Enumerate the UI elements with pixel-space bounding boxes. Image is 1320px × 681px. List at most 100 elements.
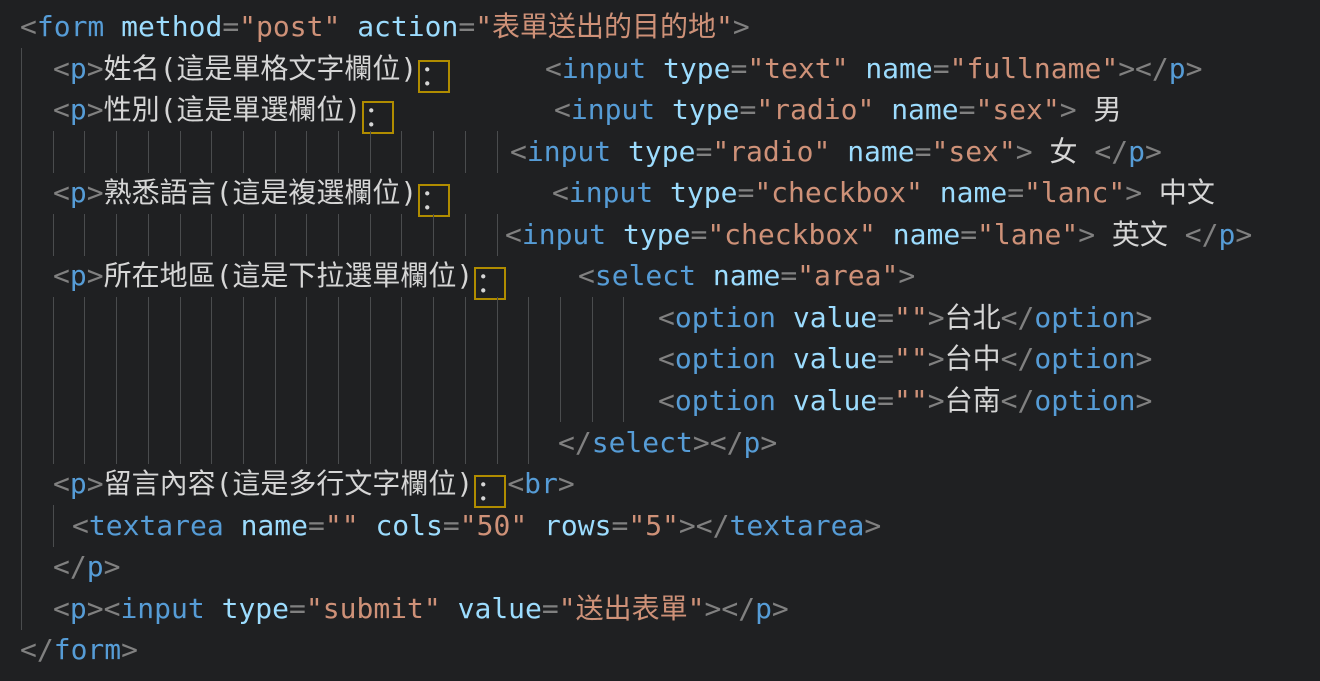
- indent-guide-line: [528, 338, 529, 380]
- code-token: =: [959, 93, 976, 126]
- indent-guide-line: [84, 297, 85, 339]
- code-token: select: [595, 259, 696, 292]
- indent-guide-line: [84, 131, 85, 173]
- indent-guide-line: [338, 214, 339, 256]
- code-token: [655, 93, 672, 126]
- code-token: name: [713, 259, 780, 292]
- indent-guide-line: [528, 380, 529, 422]
- indent-guide-line: [433, 380, 434, 422]
- indent-guide-line: [401, 214, 402, 256]
- code-token: ></: [1118, 52, 1169, 85]
- code-token: =: [915, 135, 932, 168]
- code-token: </: [1001, 384, 1035, 417]
- code-token: [830, 135, 847, 168]
- code-token: [848, 52, 865, 85]
- code-token: >: [1136, 384, 1153, 417]
- indent-guide-line: [592, 338, 593, 380]
- code-token: <: [658, 342, 675, 375]
- indent-guide-line: [148, 338, 149, 380]
- code-token: "50": [460, 509, 527, 542]
- code-token: "": [894, 301, 928, 334]
- indent-guide-line: [370, 131, 371, 173]
- indent-guide-line: [53, 505, 54, 547]
- code-token: "sex": [975, 93, 1059, 126]
- indent-guide-line: [497, 214, 498, 256]
- code-token: <: [53, 93, 70, 126]
- code-token: >: [87, 52, 104, 85]
- code-token: >: [1136, 342, 1153, 375]
- code-token: 台南: [945, 384, 1001, 417]
- code-token: >: [733, 10, 750, 43]
- code-token: 熟悉語言(這是複選欄位): [104, 176, 418, 209]
- indent-guide-line: [433, 214, 434, 256]
- code-token: option: [675, 301, 776, 334]
- code-token: 所在地區(這是下拉選單欄位): [104, 259, 474, 292]
- code-token: type: [623, 218, 690, 251]
- code-editor[interactable]: <form method="post" action="表單送出的目的地"><p…: [0, 0, 1320, 681]
- unicode-highlight-box: ：: [418, 60, 450, 93]
- indent-guide-line: [338, 338, 339, 380]
- code-token: input: [522, 218, 606, 251]
- code-token: "": [894, 384, 928, 417]
- code-token: >: [898, 259, 915, 292]
- code-segment: <option value="">台南</option>: [658, 380, 1152, 422]
- code-token: method: [121, 10, 222, 43]
- code-token: name: [893, 218, 960, 251]
- code-token: form: [37, 10, 104, 43]
- code-token: name: [865, 52, 932, 85]
- indent-guide-line: [497, 338, 498, 380]
- indent-guide-line: [180, 422, 181, 464]
- indent-guide-line: [84, 380, 85, 422]
- code-token: [653, 176, 670, 209]
- indent-guide-line: [465, 380, 466, 422]
- code-token: >: [121, 633, 138, 666]
- indent-guide-line: [116, 131, 117, 173]
- code-token: =: [933, 52, 950, 85]
- code-line: <p>所在地區(這是下拉選單欄位)：<select name="area">: [0, 255, 1320, 297]
- code-token: [646, 52, 663, 85]
- indent-guide-line: [84, 338, 85, 380]
- code-token: =: [877, 384, 894, 417]
- indent-guide-line: [211, 131, 212, 173]
- code-token: value: [793, 342, 877, 375]
- indent-guide-line: [243, 297, 244, 339]
- indent-guide-line: [306, 422, 307, 464]
- code-segment: <input type="text" name="fullname"></p>: [545, 48, 1203, 90]
- code-token: 台中: [945, 342, 1001, 375]
- code-token: >: [928, 384, 945, 417]
- code-token: input: [120, 592, 204, 625]
- indent-guide-line: [21, 255, 22, 297]
- indent-guide-line: [306, 338, 307, 380]
- code-token: value: [458, 592, 542, 625]
- indent-guide-line: [116, 297, 117, 339]
- code-token: >: [558, 467, 575, 500]
- indent-guide-line: [21, 546, 22, 588]
- indent-guide-line: [560, 380, 561, 422]
- code-token: 留言內容(這是多行文字欄位): [104, 467, 474, 500]
- code-token: >: [1145, 135, 1162, 168]
- code-token: <: [510, 135, 527, 168]
- indent-guide-line: [21, 463, 22, 505]
- code-token: =: [308, 509, 325, 542]
- code-segment: </p>: [53, 546, 120, 588]
- code-token: <: [72, 509, 89, 542]
- code-line: <form method="post" action="表單送出的目的地">: [0, 6, 1320, 48]
- code-token: =: [960, 218, 977, 251]
- indent-guide-line: [275, 214, 276, 256]
- code-token: action: [357, 10, 458, 43]
- code-token: </: [20, 633, 54, 666]
- code-token: >: [87, 93, 104, 126]
- code-token: p: [1219, 218, 1236, 251]
- code-line: <p><input type="submit" value="送出表單"></p…: [0, 588, 1320, 630]
- code-segment: <p>留言內容(這是多行文字欄位)：<br>: [53, 463, 575, 505]
- code-segment: <p>所在地區(這是下拉選單欄位)：: [53, 255, 507, 297]
- indent-guide-line: [370, 380, 371, 422]
- code-token: option: [675, 384, 776, 417]
- code-segment: <option value="">台中</option>: [658, 338, 1152, 380]
- code-token: <: [53, 592, 70, 625]
- indent-guide-line: [306, 214, 307, 256]
- indent-guide-line: [275, 422, 276, 464]
- indent-guide-line: [370, 338, 371, 380]
- indent-guide-line: [338, 297, 339, 339]
- code-token: </: [53, 550, 87, 583]
